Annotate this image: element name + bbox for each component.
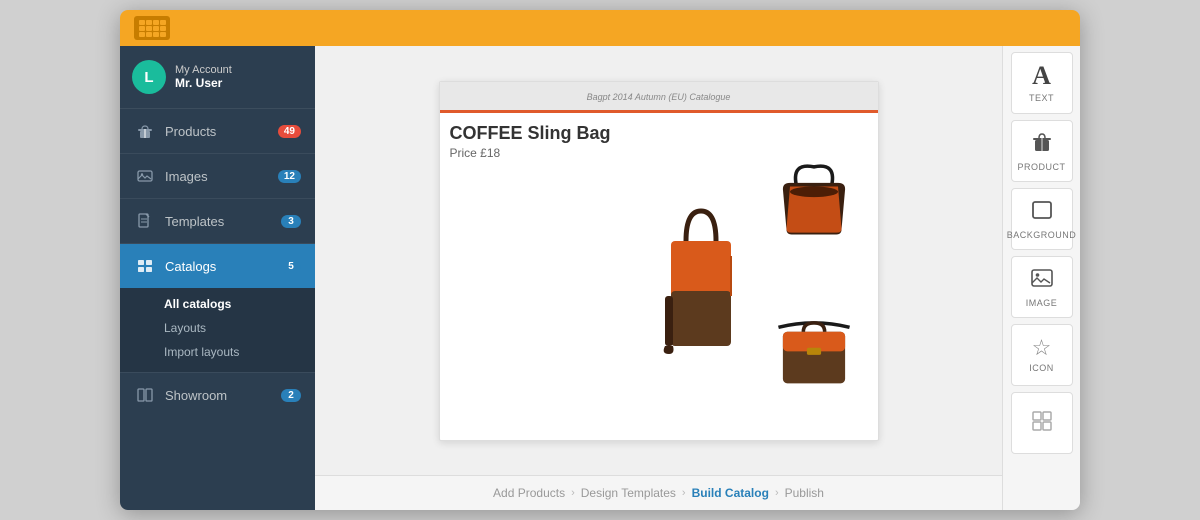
product-icon <box>1030 130 1054 158</box>
bc-add-products[interactable]: Add Products <box>493 486 565 500</box>
tool-icon[interactable]: ☆ ICON <box>1011 324 1073 386</box>
bc-design-templates[interactable]: Design Templates <box>581 486 676 500</box>
image-icon <box>134 165 156 187</box>
tool-text[interactable]: A TEXT <box>1011 52 1073 114</box>
bc-publish[interactable]: Publish <box>785 486 824 500</box>
sidebar-item-images[interactable]: Images 12 <box>120 154 315 198</box>
icon-tool-label: ICON <box>1029 363 1054 373</box>
tool-product[interactable]: PRODUCT <box>1011 120 1073 182</box>
breadcrumb-bar: Add Products › Design Templates › Build … <box>315 475 1002 510</box>
star-icon: ☆ <box>1032 337 1052 359</box>
canvas-area: Bagpt 2014 Autumn (EU) Catalogue COFFEE … <box>315 46 1002 510</box>
sidebar-item-showroom[interactable]: Showroom 2 <box>120 373 315 417</box>
catalog-title: Bagpt 2014 Autumn (EU) Catalogue <box>587 92 731 102</box>
app-logo <box>134 16 170 40</box>
subnav-all-catalogs[interactable]: All catalogs <box>164 292 315 316</box>
bc-build-catalog[interactable]: Build Catalog <box>692 486 769 500</box>
product-name: COFFEE Sling Bag <box>450 123 642 144</box>
top-bar <box>120 10 1080 46</box>
sidebar-item-products[interactable]: Products 49 <box>120 109 315 153</box>
text-tool-label: TEXT <box>1029 93 1054 103</box>
image-tool-icon <box>1030 266 1054 294</box>
background-icon <box>1030 198 1054 226</box>
catalogs-icon <box>134 255 156 277</box>
showroom-icon <box>134 384 156 406</box>
sidebar-label-templates: Templates <box>165 214 281 229</box>
user-info: My Account Mr. User <box>175 64 232 90</box>
sidebar-item-catalogs[interactable]: Catalogs 5 <box>120 244 315 288</box>
bc-arrow-2: › <box>682 487 686 499</box>
sidebar-label-catalogs: Catalogs <box>165 259 281 274</box>
subnav-import-layouts[interactable]: Import layouts <box>164 340 315 364</box>
catalog-preview: Bagpt 2014 Autumn (EU) Catalogue COFFEE … <box>315 46 1002 475</box>
gift-icon <box>134 120 156 142</box>
user-section[interactable]: L My Account Mr. User <box>120 46 315 109</box>
user-name: Mr. User <box>175 76 232 90</box>
sidebar-label-images: Images <box>165 169 278 184</box>
bag-image-3 <box>761 279 868 430</box>
user-account-label: My Account <box>175 64 232 76</box>
sidebar-label-showroom: Showroom <box>165 388 281 403</box>
sidebar-item-templates[interactable]: Templates 3 <box>120 199 315 243</box>
avatar: L <box>132 60 166 94</box>
tool-image[interactable]: IMAGE <box>1011 256 1073 318</box>
bc-arrow-3: › <box>775 487 779 499</box>
tool-background[interactable]: BACKGROUND <box>1011 188 1073 250</box>
product-price: Price £18 <box>450 146 642 160</box>
catalog-body: COFFEE Sling Bag Price £18 <box>440 113 878 440</box>
sidebar-label-products: Products <box>165 124 278 139</box>
more-icon <box>1031 410 1053 436</box>
showroom-badge: 2 <box>281 389 301 402</box>
right-toolbar: A TEXT PRODUCT <box>1002 46 1080 510</box>
catalog-images-col <box>648 123 868 430</box>
catalogs-subnav: All catalogs Layouts Import layouts <box>120 288 315 372</box>
file-icon <box>134 210 156 232</box>
bag-image-1 <box>648 123 755 430</box>
subnav-layouts[interactable]: Layouts <box>164 316 315 340</box>
product-tool-label: PRODUCT <box>1018 162 1066 172</box>
templates-badge: 3 <box>281 215 301 228</box>
text-icon: A <box>1032 63 1051 89</box>
images-badge: 12 <box>278 170 301 183</box>
catalog-page[interactable]: Bagpt 2014 Autumn (EU) Catalogue COFFEE … <box>439 81 879 441</box>
tool-more[interactable] <box>1011 392 1073 454</box>
app-window: L My Account Mr. User Products 4 <box>120 10 1080 510</box>
main-content: L My Account Mr. User Products 4 <box>120 46 1080 510</box>
catalogs-badge: 5 <box>281 260 301 273</box>
sidebar: L My Account Mr. User Products 4 <box>120 46 315 510</box>
background-tool-label: BACKGROUND <box>1007 230 1077 240</box>
bag-image-2 <box>761 123 868 274</box>
image-tool-label: IMAGE <box>1026 298 1058 308</box>
products-badge: 49 <box>278 125 301 138</box>
bc-arrow-1: › <box>571 487 575 499</box>
catalog-text-col: COFFEE Sling Bag Price £18 <box>450 123 642 430</box>
catalog-header-bar: Bagpt 2014 Autumn (EU) Catalogue <box>440 82 878 113</box>
